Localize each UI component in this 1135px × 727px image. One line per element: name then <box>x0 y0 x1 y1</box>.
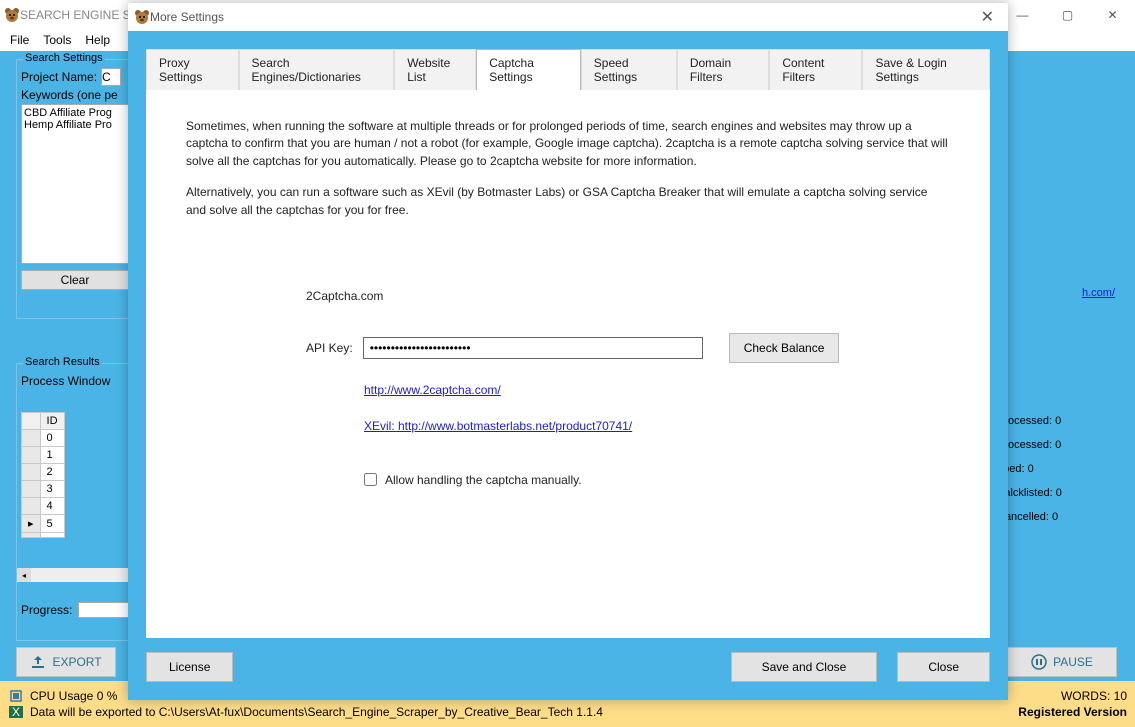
stat-scraped: aped: 0 <box>997 463 1127 475</box>
table-row: ▸5 <box>22 515 65 533</box>
xevil-link[interactable]: XEvil: http://www.botmasterlabs.net/prod… <box>364 419 950 433</box>
menu-tools[interactable]: Tools <box>43 33 71 47</box>
tab-content[interactable]: Content Filters <box>769 49 862 90</box>
table-row: 4 <box>22 498 65 515</box>
tab-speed[interactable]: Speed Settings <box>581 49 677 90</box>
api-key-input[interactable] <box>363 337 703 359</box>
close-window-button[interactable]: ✕ <box>1090 0 1135 29</box>
service-name-label: 2Captcha.com <box>306 289 950 303</box>
bear-icon <box>134 9 150 25</box>
table-row: 3 <box>22 481 65 498</box>
dialog-title: More Settings <box>150 10 224 24</box>
check-balance-button[interactable]: Check Balance <box>729 333 840 363</box>
close-button[interactable]: Close <box>897 652 990 682</box>
pause-icon <box>1031 654 1047 670</box>
save-close-button[interactable]: Save and Close <box>731 652 878 682</box>
pause-button[interactable]: PAUSE <box>1007 647 1117 677</box>
upload-icon <box>30 654 46 670</box>
stat-cancelled: Cancelled: 0 <box>997 511 1127 523</box>
progress-bar <box>78 602 131 618</box>
captcha-tab-body: Sometimes, when running the software at … <box>146 90 990 638</box>
tab-website[interactable]: Website List <box>394 49 476 90</box>
dialog-close-icon[interactable]: ✕ <box>973 7 1002 27</box>
results-hscrollbar[interactable]: ◂ <box>17 568 135 582</box>
project-name-label: Project Name: <box>21 70 97 84</box>
clear-button[interactable]: Clear <box>21 270 129 290</box>
keywords-textarea[interactable]: CBD Affiliate Prog Hemp Affiliate Pro <box>21 104 129 264</box>
menu-help[interactable]: Help <box>85 33 110 47</box>
project-name-input[interactable] <box>101 68 121 86</box>
pause-label: PAUSE <box>1053 655 1093 669</box>
table-row: 2 <box>22 464 65 481</box>
2captcha-link[interactable]: http://www.2captcha.com/ <box>364 383 950 397</box>
stat-blacklisted: Balcklisted: 0 <box>997 487 1127 499</box>
manual-captcha-label: Allow handling the captcha manually. <box>385 473 582 487</box>
export-button[interactable]: EXPORT <box>16 647 116 677</box>
dialog-titlebar: More Settings ✕ <box>128 3 1008 31</box>
stats-panel: Processed: 0 Processed: 0 aped: 0 Balckl… <box>997 403 1127 535</box>
export-path-label: Data will be exported to C:\Users\At-fux… <box>30 705 603 719</box>
tab-captcha[interactable]: Captcha Settings <box>476 49 581 90</box>
table-row: 0 <box>22 430 65 447</box>
tab-save[interactable]: Save & Login Settings <box>862 49 990 90</box>
registered-label: Registered Version <box>1018 705 1127 719</box>
settings-tabstrip: Proxy Settings Search Engines/Dictionari… <box>146 49 990 90</box>
results-table[interactable]: ID 0 1 2 3 4 ▸5 <box>21 412 65 538</box>
export-label: EXPORT <box>52 655 101 669</box>
website-link[interactable]: h.com/ <box>1082 287 1115 299</box>
table-row: 1 <box>22 447 65 464</box>
stat-processed-1: Processed: 0 <box>997 415 1127 427</box>
api-key-label: API Key: <box>306 341 353 355</box>
cpu-usage-label: CPU Usage 0 % <box>30 689 117 703</box>
svg-text:X: X <box>12 705 20 719</box>
more-settings-dialog: More Settings ✕ Proxy Settings Search En… <box>128 3 1008 700</box>
search-settings-legend: Search Settings <box>23 52 105 64</box>
captcha-para2: Alternatively, you can run a software su… <box>186 184 950 219</box>
keywords-count: WORDS: 10 <box>1061 689 1127 703</box>
keywords-label: Keywords (one pe <box>21 88 118 102</box>
manual-captcha-checkbox[interactable] <box>364 473 377 486</box>
cpu-icon <box>8 688 24 704</box>
progress-label: Progress: <box>21 603 72 617</box>
excel-icon: X <box>8 704 24 720</box>
id-header: ID <box>40 413 64 430</box>
table-row <box>22 533 65 538</box>
search-settings-group: Search Settings Project Name: Keywords (… <box>16 59 136 319</box>
tab-engines[interactable]: Search Engines/Dictionaries <box>239 49 395 90</box>
process-window-label: Process Window <box>21 374 131 388</box>
captcha-para1: Sometimes, when running the software at … <box>186 118 950 170</box>
search-results-group: Search Results Process Window ID 0 1 2 3… <box>16 363 136 641</box>
bear-icon <box>4 7 20 23</box>
menu-file[interactable]: File <box>10 33 29 47</box>
tab-domain[interactable]: Domain Filters <box>677 49 770 90</box>
tab-proxy[interactable]: Proxy Settings <box>146 49 239 90</box>
license-button[interactable]: License <box>146 652 233 682</box>
maximize-button[interactable]: ▢ <box>1045 0 1090 29</box>
search-results-legend: Search Results <box>23 356 102 368</box>
stat-processed-2: Processed: 0 <box>997 439 1127 451</box>
